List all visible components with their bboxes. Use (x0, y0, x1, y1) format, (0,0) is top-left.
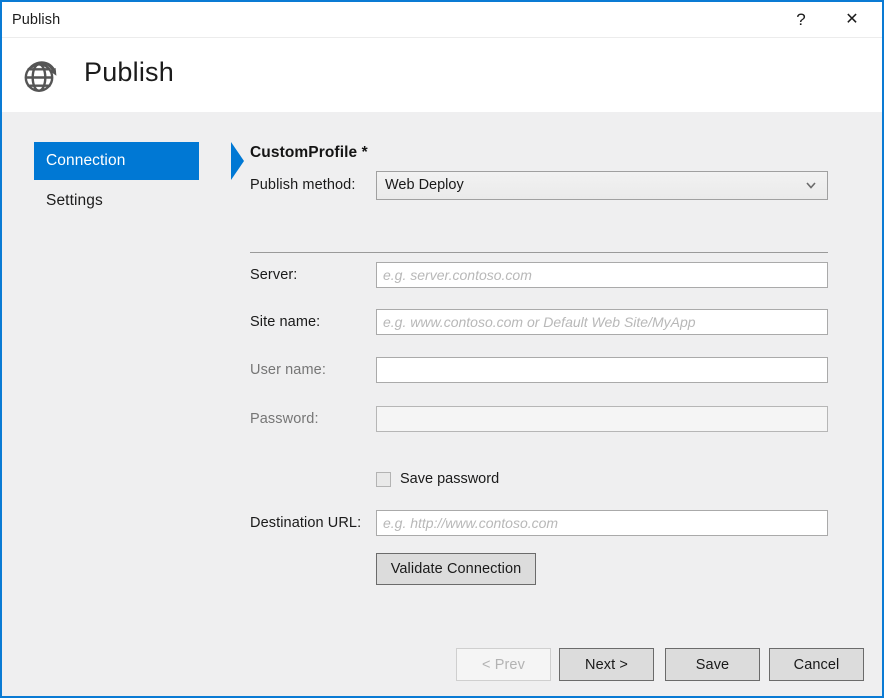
section-divider (250, 252, 828, 253)
validate-connection-button[interactable]: Validate Connection (376, 553, 536, 585)
connection-form: CustomProfile * Publish method: Web Depl… (242, 112, 882, 696)
sidebar-item-label: Connection (34, 152, 125, 170)
dialog-header: Publish (2, 38, 882, 112)
prev-button[interactable]: < Prev (456, 648, 551, 681)
sidebar-item-label: Settings (34, 192, 103, 210)
publish-method-select[interactable]: Web Deploy (376, 171, 828, 200)
close-icon: ✕ (845, 12, 858, 28)
user-name-input[interactable] (376, 357, 828, 383)
server-label: Server: (250, 267, 297, 283)
globe-publish-icon (18, 54, 64, 100)
next-button[interactable]: Next > (559, 648, 654, 681)
help-button[interactable]: ? (778, 2, 824, 37)
chevron-down-icon (804, 178, 818, 192)
destination-url-label: Destination URL: (250, 515, 361, 531)
sidebar-item-settings[interactable]: Settings (34, 182, 199, 220)
save-password-checkbox-row[interactable]: Save password (376, 471, 499, 487)
window-title: Publish (12, 12, 60, 28)
cancel-button[interactable]: Cancel (769, 648, 864, 681)
title-bar: Publish ? ✕ (2, 2, 882, 38)
save-password-checkbox[interactable] (376, 472, 391, 487)
save-password-label: Save password (400, 471, 499, 487)
close-button[interactable]: ✕ (829, 2, 875, 37)
sidebar: Connection Settings (2, 112, 242, 696)
dialog-body: Connection Settings CustomProfile * Publ… (2, 112, 882, 696)
server-input[interactable] (376, 262, 828, 288)
user-name-label: User name: (250, 362, 326, 378)
publish-dialog-window: Publish ? ✕ Publish (0, 0, 884, 698)
page-title: Publish (84, 57, 174, 88)
question-mark-icon: ? (796, 11, 805, 28)
password-input[interactable] (376, 406, 828, 432)
publish-method-label: Publish method: (250, 177, 355, 193)
site-name-input[interactable] (376, 309, 828, 335)
password-label: Password: (250, 411, 319, 427)
destination-url-input[interactable] (376, 510, 828, 536)
site-name-label: Site name: (250, 314, 320, 330)
sidebar-item-connection[interactable]: Connection (34, 142, 199, 180)
save-button[interactable]: Save (665, 648, 760, 681)
publish-method-value: Web Deploy (385, 177, 464, 193)
profile-name: CustomProfile * (250, 144, 368, 162)
